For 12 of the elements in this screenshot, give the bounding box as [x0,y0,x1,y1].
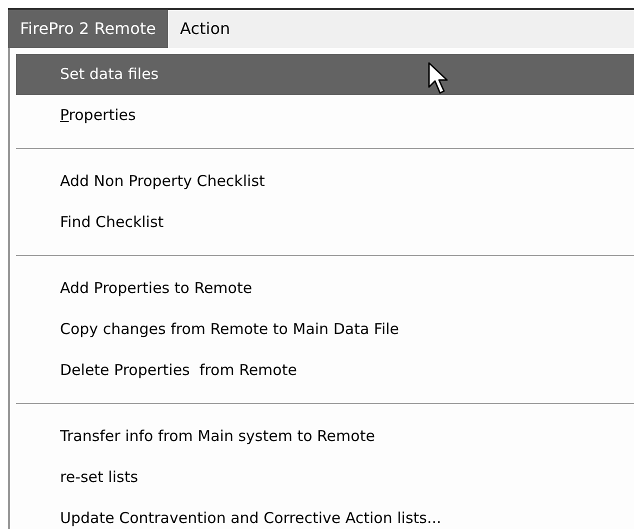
menu-item[interactable]: Copy changes from Remote to Main Data File [16,309,634,350]
mouse-pointer-icon [428,62,450,96]
menu-item[interactable]: Find Checklist [16,202,634,243]
menu-item[interactable]: Delete Properties from Remote [16,350,634,391]
menu-bar-item[interactable]: FirePro 2 Remote [8,10,168,48]
menu-item[interactable]: Add Non Property Checklist [16,161,634,202]
menu-item[interactable]: Add Properties to Remote [16,268,634,309]
menu-item[interactable]: Set data files [16,54,634,95]
menu-item[interactable]: re-set lists [16,457,634,498]
menu-item[interactable]: Transfer info from Main system to Remote [16,416,634,457]
menu-item[interactable]: Update Contravention and Corrective Action lists... [16,498,634,529]
menu-item[interactable]: Properties [16,95,634,136]
